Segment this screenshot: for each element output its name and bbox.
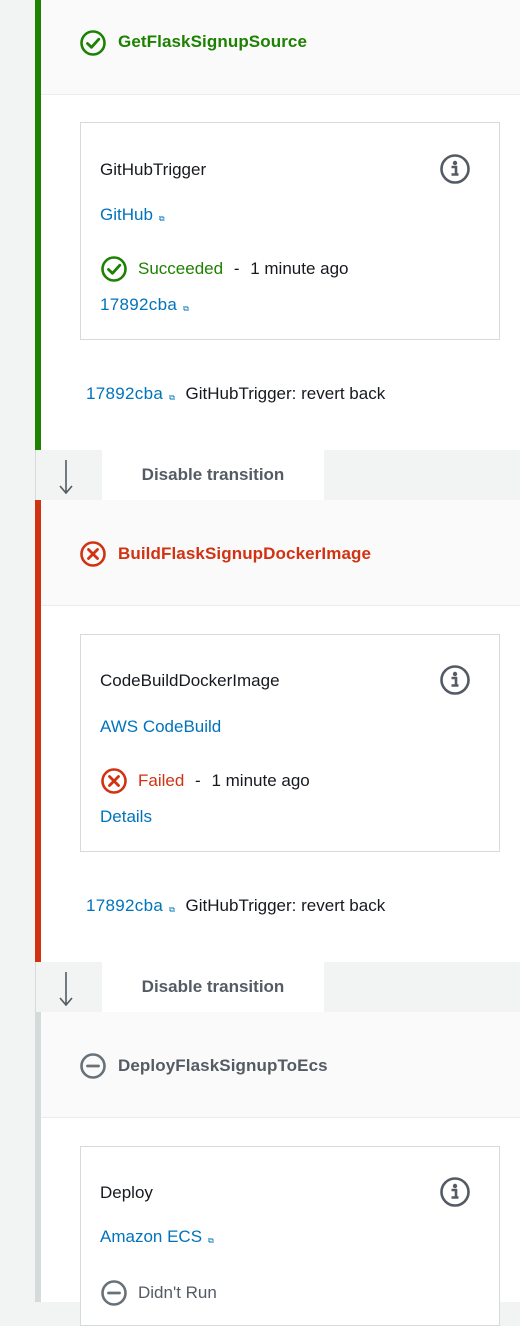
commit-link[interactable]: 17892cba ⧉ xyxy=(100,295,189,315)
status-time: 1 minute ago xyxy=(211,771,310,790)
stage-title[interactable]: GetFlaskSignupSource xyxy=(118,32,307,52)
stage-title[interactable]: BuildFlaskSignupDockerImage xyxy=(118,544,371,564)
status-label: Didn't Run xyxy=(138,1283,217,1302)
transition-row: Disable transition xyxy=(35,450,520,500)
action-card-deploy: Deploy Amazon ECS ⧉ Didn't Run xyxy=(80,1146,500,1326)
stage-get-flask-signup-source: GetFlaskSignupSource GitHubTrigger GitHu… xyxy=(35,0,520,450)
commit-message: GitHubTrigger: revert back xyxy=(185,384,386,403)
status-separator: - xyxy=(195,771,201,790)
commit-id-link[interactable]: 17892cba xyxy=(86,896,163,915)
info-icon[interactable] xyxy=(439,153,471,185)
stage-deploy-flask-signup-to-ecs: DeployFlaskSignupToEcs Deploy Amazon ECS… xyxy=(35,1012,520,1326)
info-icon[interactable] xyxy=(439,1176,471,1208)
disable-transition-button[interactable]: Disable transition xyxy=(102,962,324,1012)
transition-row: Disable transition xyxy=(35,962,520,1012)
stage-commit-summary: 17892cba ⧉ GitHubTrigger: revert back xyxy=(86,384,385,404)
x-circle-icon xyxy=(80,541,106,567)
action-name: CodeBuildDockerImage xyxy=(100,671,280,690)
provider-link[interactable]: Amazon ECS ⧉ xyxy=(100,1227,214,1247)
check-circle-icon xyxy=(80,30,106,56)
arrow-down-icon xyxy=(59,972,73,1007)
stage-header: GetFlaskSignupSource xyxy=(41,0,520,95)
provider-link[interactable]: GitHub ⧉ xyxy=(100,205,165,225)
commit-message: GitHubTrigger: revert back xyxy=(185,896,386,915)
check-circle-icon xyxy=(101,256,127,282)
external-link-icon: ⧉ xyxy=(169,905,175,914)
action-card-codebuild-docker-image: CodeBuildDockerImage AWS CodeBuild Faile… xyxy=(80,634,500,852)
x-circle-icon xyxy=(101,768,127,794)
disable-transition-button[interactable]: Disable transition xyxy=(102,450,324,500)
external-link-icon: ⧉ xyxy=(208,1236,214,1245)
action-name: Deploy xyxy=(100,1183,153,1202)
status-separator: - xyxy=(233,259,240,278)
status-time: 1 minute ago xyxy=(250,259,349,278)
stage-header: BuildFlaskSignupDockerImage xyxy=(41,500,520,606)
stage-build-flask-signup-docker-image: BuildFlaskSignupDockerImage CodeBuildDoc… xyxy=(35,500,520,962)
action-card-github-trigger: GitHubTrigger GitHub ⧉ Succeeded - 1 minu… xyxy=(80,122,500,340)
details-link[interactable]: Details xyxy=(100,807,152,827)
stage-title[interactable]: DeployFlaskSignupToEcs xyxy=(118,1056,328,1076)
minus-circle-icon xyxy=(101,1280,127,1306)
action-name: GitHubTrigger xyxy=(100,160,207,179)
external-link-icon: ⧉ xyxy=(158,214,165,223)
external-link-icon: ⧉ xyxy=(169,393,175,402)
minus-circle-icon xyxy=(80,1053,106,1079)
info-icon[interactable] xyxy=(439,664,471,696)
arrow-down-icon xyxy=(59,460,73,495)
provider-link[interactable]: AWS CodeBuild xyxy=(100,717,221,737)
status-label: Failed xyxy=(138,771,185,790)
external-link-icon: ⧉ xyxy=(183,304,190,313)
status-label: Succeeded xyxy=(138,259,224,278)
commit-id-link[interactable]: 17892cba xyxy=(86,384,163,403)
stage-commit-summary: 17892cba ⧉ GitHubTrigger: revert back xyxy=(86,896,385,916)
stage-header: DeployFlaskSignupToEcs xyxy=(41,1012,520,1118)
